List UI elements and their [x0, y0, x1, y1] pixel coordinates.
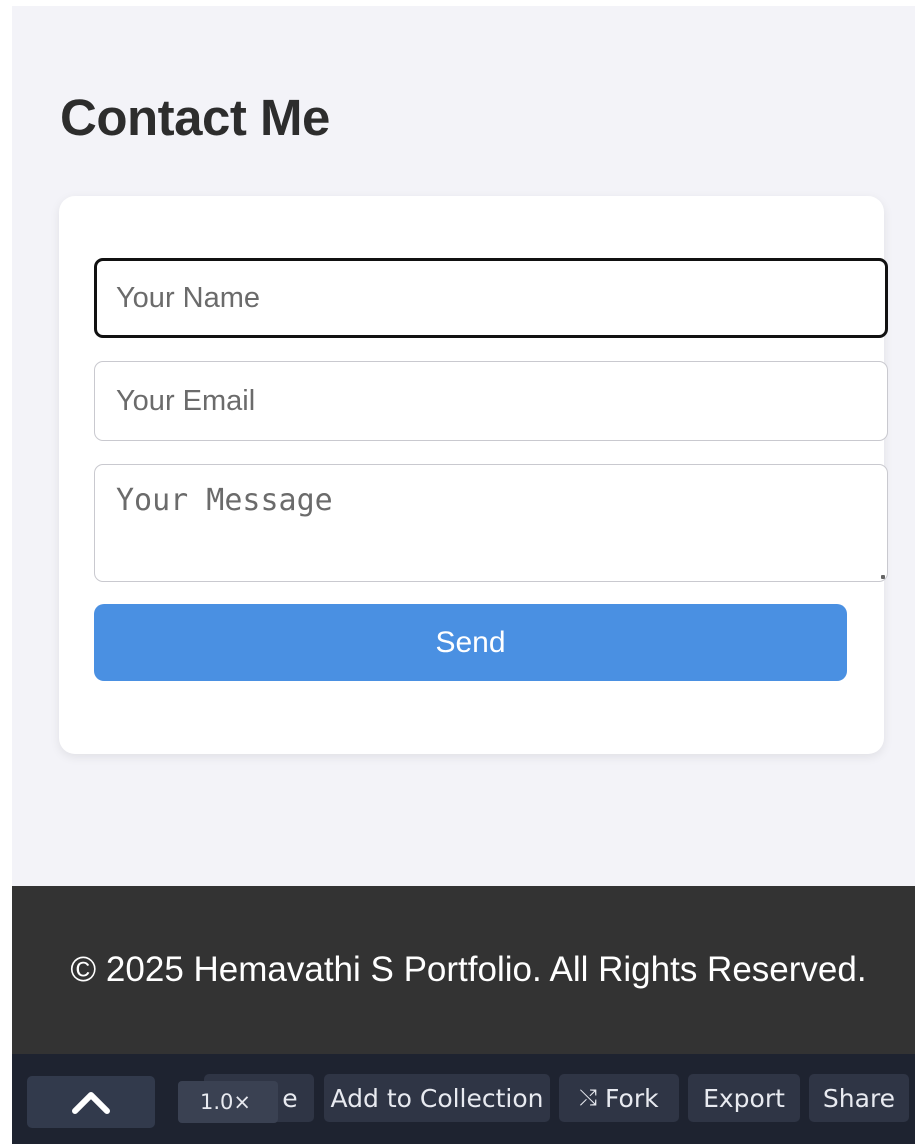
scroll-up-button[interactable]: [27, 1076, 155, 1128]
email-input[interactable]: Your Email: [94, 361, 888, 441]
message-placeholder: Your Message: [116, 483, 333, 518]
bottom-toolbar: e 1.0× Add to Collection ⤭ Fork Export S…: [12, 1054, 915, 1144]
share-label: Share: [822, 1083, 896, 1113]
export-label: Export: [703, 1083, 785, 1113]
share-button[interactable]: Share: [809, 1074, 909, 1122]
export-button[interactable]: Export: [688, 1074, 800, 1122]
page-title: Contact Me: [60, 89, 330, 146]
chevron-up-icon: [72, 1092, 110, 1114]
add-to-collection-label: Add to Collection: [330, 1083, 544, 1113]
send-button[interactable]: Send: [94, 604, 847, 681]
contact-form: Your Name Your Email Your Message Send: [59, 196, 888, 754]
resize-handle-icon[interactable]: [881, 575, 885, 579]
name-input[interactable]: Your Name: [94, 258, 888, 338]
message-textarea[interactable]: Your Message: [94, 464, 888, 582]
add-to-collection-button[interactable]: Add to Collection: [324, 1074, 550, 1122]
fork-icon: ⤭: [579, 1085, 598, 1111]
name-placeholder: Your Name: [116, 281, 261, 314]
fork-label: Fork: [605, 1083, 659, 1113]
fork-button[interactable]: ⤭ Fork: [559, 1074, 679, 1122]
contact-section: Contact Me Your Name Your Email Your Mes…: [12, 6, 915, 886]
copyright-text: © 2025 Hemavathi S Portfolio. All Rights…: [70, 950, 867, 989]
email-placeholder: Your Email: [116, 384, 256, 417]
zoom-indicator[interactable]: 1.0×: [178, 1081, 278, 1123]
partial-button-label: e: [282, 1083, 298, 1113]
zoom-level: 1.0×: [200, 1090, 251, 1114]
footer: © 2025 Hemavathi S Portfolio. All Rights…: [12, 886, 915, 1054]
